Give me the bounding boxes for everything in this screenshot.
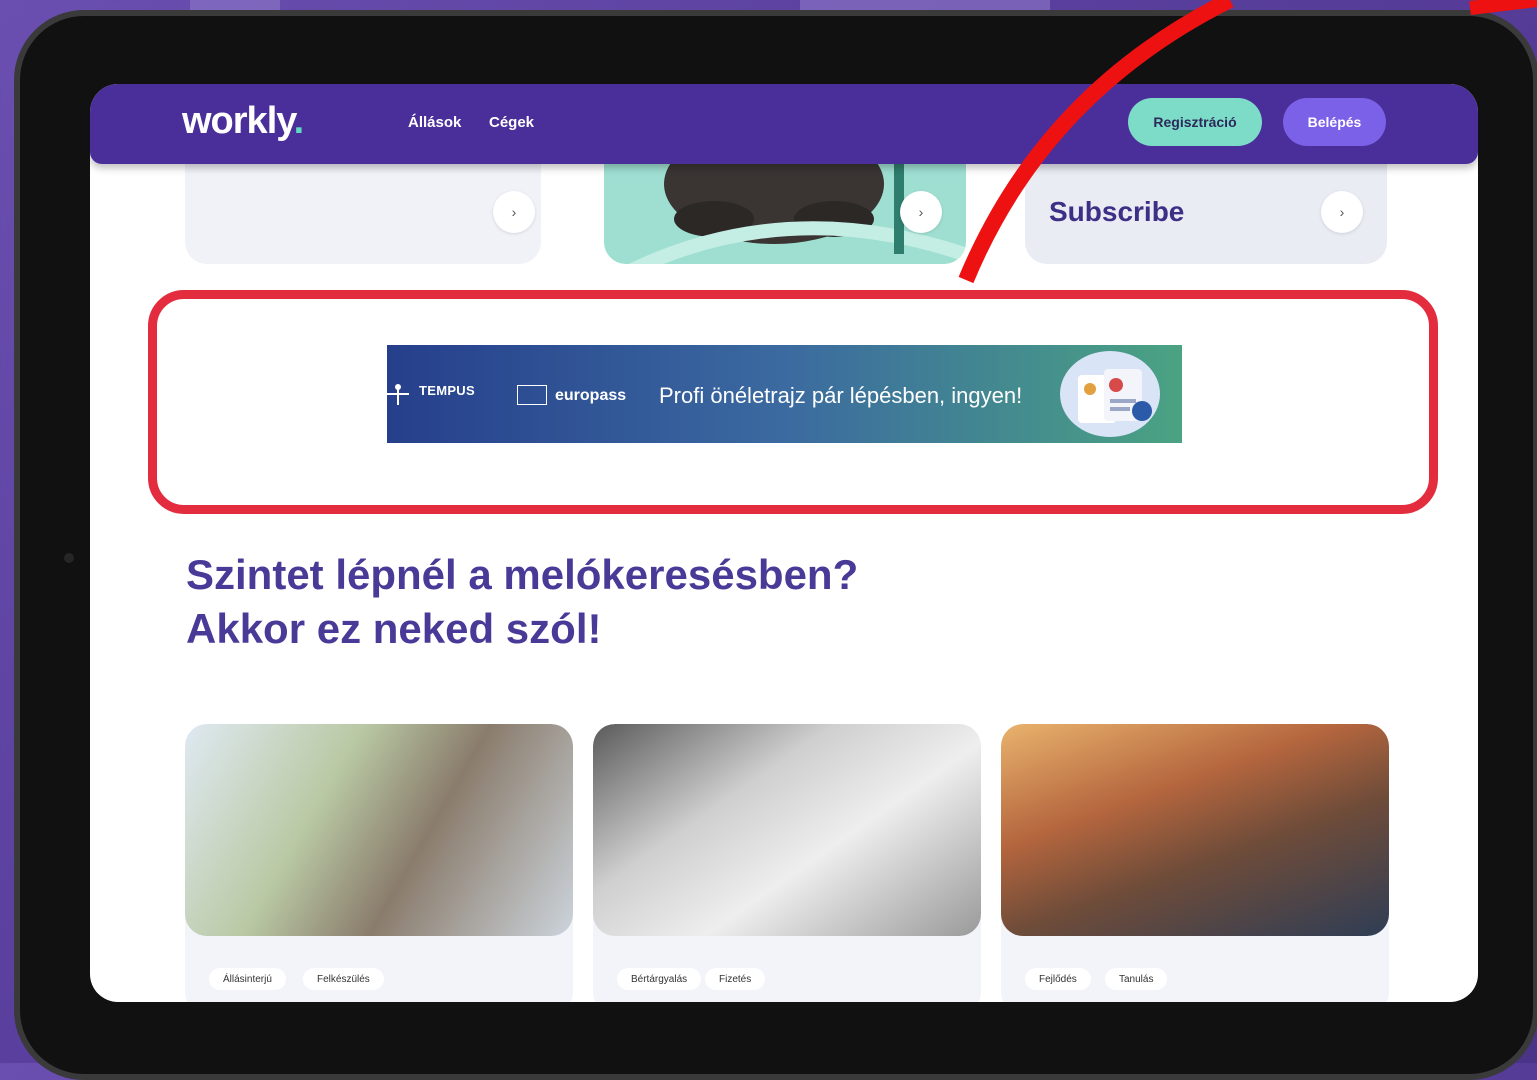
- logo-text: workly: [182, 100, 295, 142]
- browser-screen: workly. Állások Cégek Regisztráció Belép…: [90, 84, 1478, 1002]
- tag[interactable]: Felkészülés: [303, 968, 384, 990]
- nav-link-jobs[interactable]: Állások: [408, 114, 461, 131]
- highlight-box: [148, 290, 1438, 514]
- tag[interactable]: Állásinterjú: [209, 968, 286, 990]
- logo[interactable]: workly.: [182, 100, 305, 143]
- logo-dot: .: [293, 100, 305, 142]
- camera-icon: [64, 553, 74, 563]
- headline-line-1: Szintet lépnél a melókeresésben?: [186, 551, 859, 598]
- chevron-right-icon[interactable]: ›: [493, 191, 535, 233]
- tag[interactable]: Fizetés: [705, 968, 766, 990]
- register-button[interactable]: Regisztráció: [1128, 98, 1262, 146]
- chevron-right-icon[interactable]: ›: [1321, 191, 1363, 233]
- article-card[interactable]: Bértárgyalás Fizetés: [593, 724, 981, 1002]
- article-image[interactable]: [593, 724, 981, 936]
- page-headline: Szintet lépnél a melókeresésben? Akkor e…: [186, 548, 858, 656]
- article-image[interactable]: [1001, 724, 1389, 936]
- login-button[interactable]: Belépés: [1283, 98, 1386, 146]
- tag[interactable]: Tanulás: [1105, 968, 1168, 990]
- article-card[interactable]: Állásinterjú Felkészülés: [185, 724, 573, 1002]
- navbar: workly. Állások Cégek Regisztráció Belép…: [90, 84, 1478, 164]
- tag[interactable]: Fejlődés: [1025, 968, 1091, 990]
- headline-line-2: Akkor ez neked szól!: [186, 605, 602, 652]
- subscribe-label: Subscribe: [1049, 196, 1185, 227]
- chevron-right-icon[interactable]: ›: [900, 191, 942, 233]
- article-card[interactable]: Fejlődés Tanulás: [1001, 724, 1389, 1002]
- article-image[interactable]: [185, 724, 573, 936]
- tag[interactable]: Bértárgyalás: [617, 968, 702, 990]
- nav-link-companies[interactable]: Cégek: [489, 114, 534, 131]
